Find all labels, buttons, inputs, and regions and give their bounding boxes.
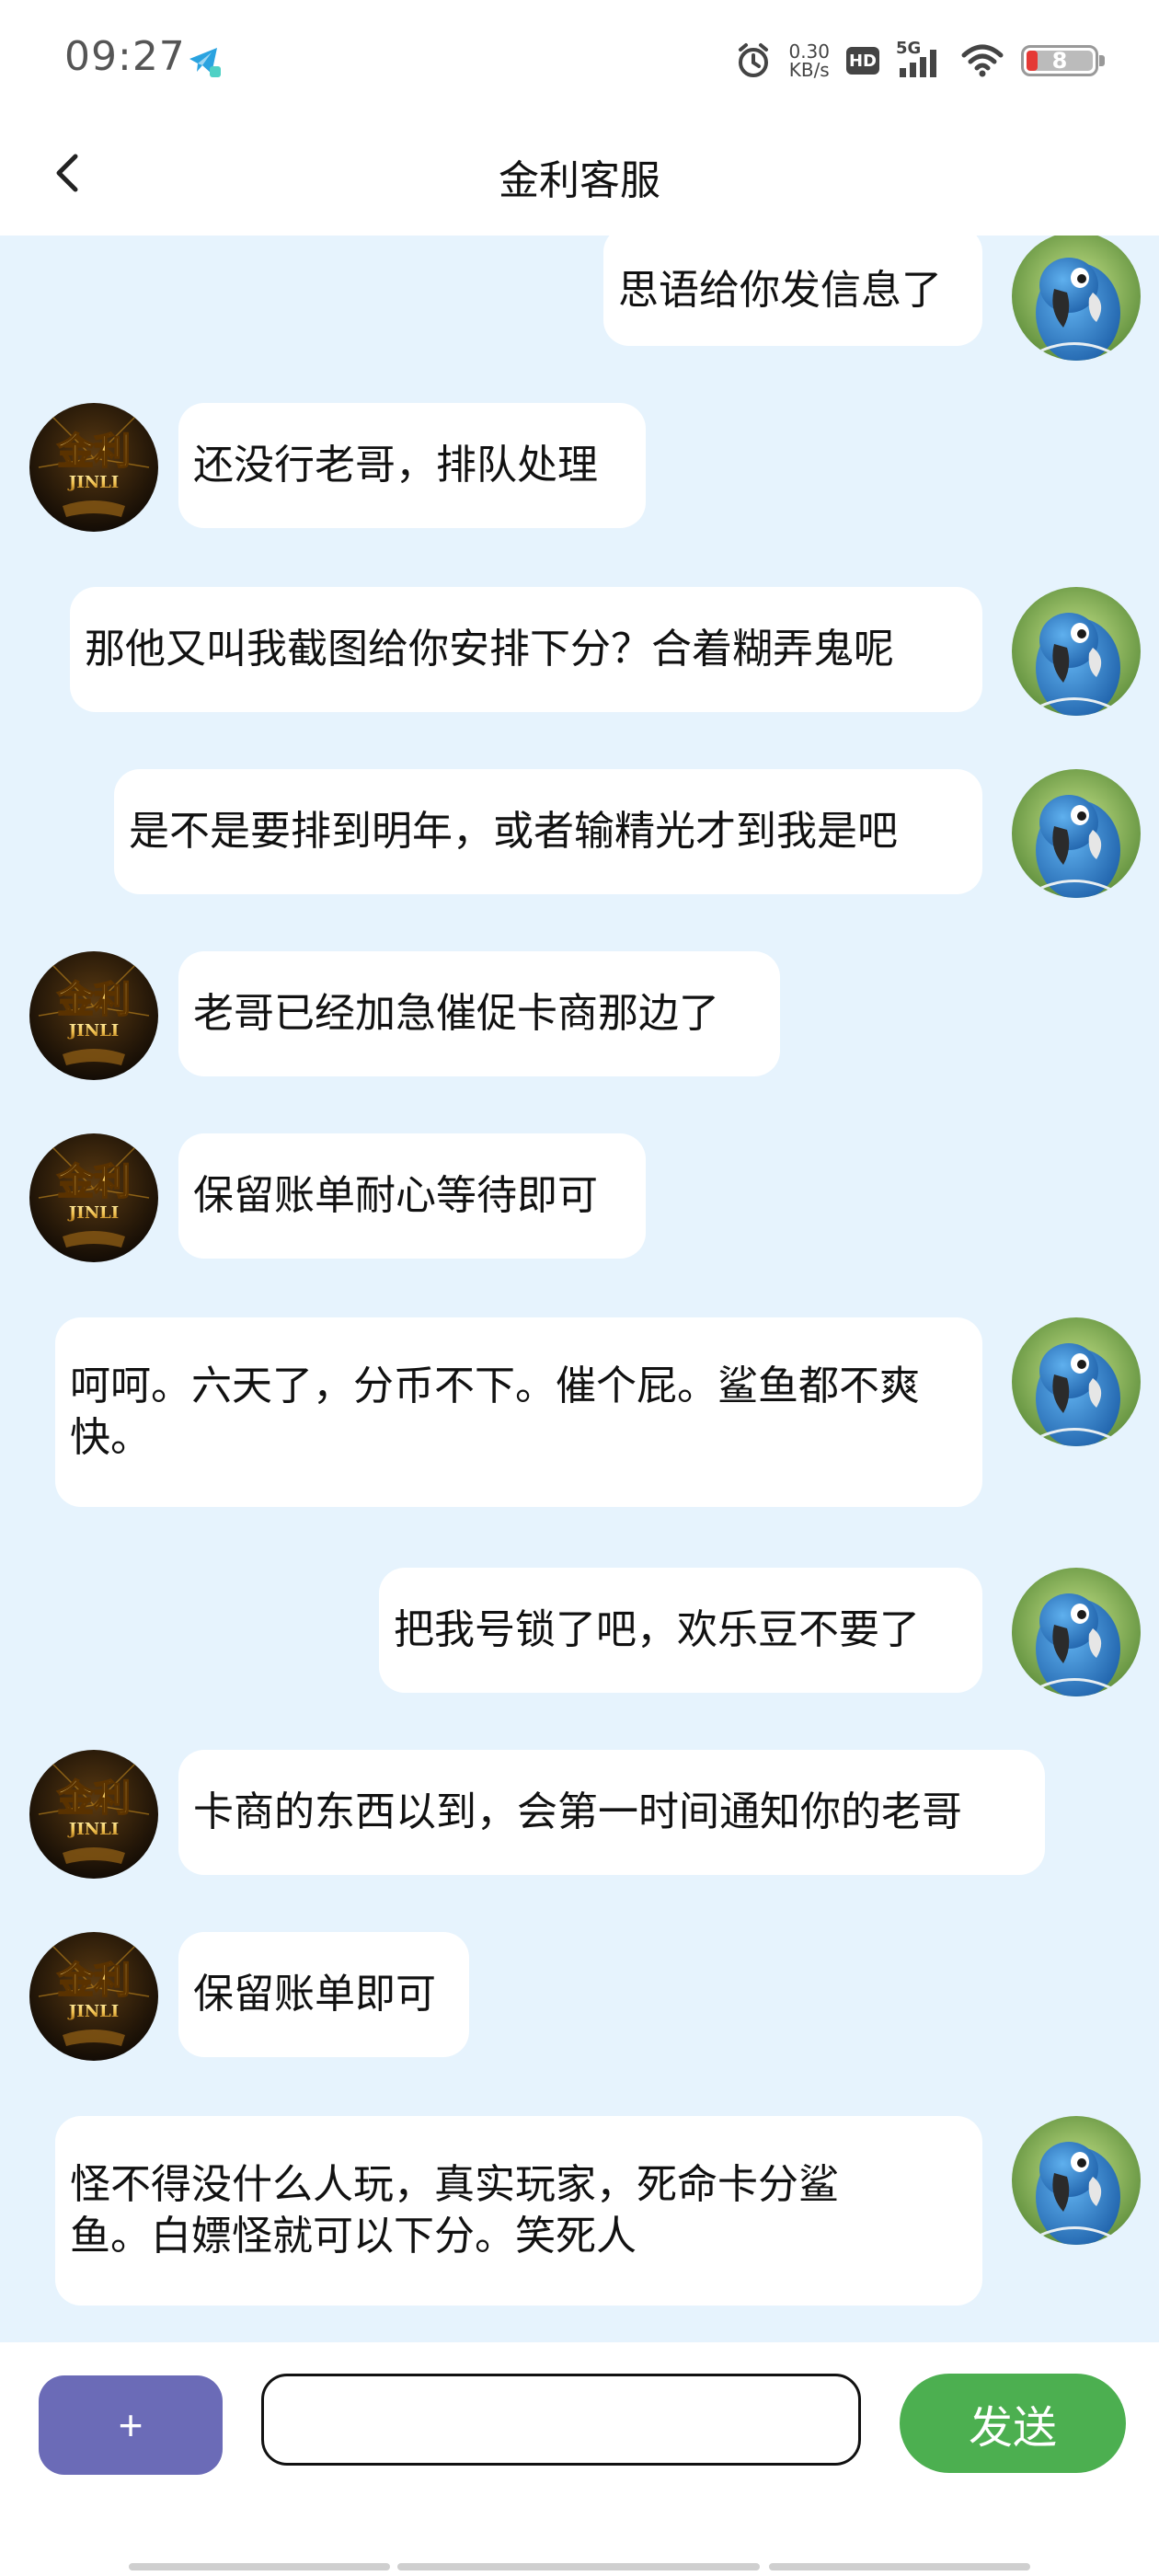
wifi-icon [961,44,1004,77]
user-avatar[interactable] [1012,587,1141,716]
net-speed-value: 0.30 [788,40,830,63]
agent-avatar[interactable]: 金利 JINLI [29,1932,158,2061]
status-bar: 09:27 0.30 KB/s HD 5G 8 [0,0,1159,120]
message-bubble[interactable]: 还没行老哥，排队处理 [178,403,646,528]
user-avatar[interactable] [1012,236,1141,361]
message-text: 把我号锁了吧，欢乐豆不要了 [394,1606,920,1653]
gesture-bar-right [769,2563,1030,2570]
parrot-avatar-icon [1012,2116,1141,2245]
parrot-avatar-icon [1012,587,1141,716]
hd-badge: HD [846,47,879,75]
user-avatar[interactable] [1012,769,1141,898]
message-bubble[interactable]: 把我号锁了吧，欢乐豆不要了 [379,1568,982,1693]
jinli-logo-avatar-icon: 金利 JINLI [29,1133,158,1262]
svg-text:JINLI: JINLI [67,473,119,492]
message-bubble[interactable]: 保留账单即可 [178,1932,469,2057]
svg-text:金利: 金利 [56,1777,131,1820]
message-text: 呵呵。六天了，分币不下。催个屁。鲨鱼都不爽快。 [70,1363,920,1461]
message-text: 保留账单耐心等待即可 [193,1172,598,1219]
message-bubble[interactable]: 怪不得没什么人玩，真实玩家，死命卡分鲨鱼。白嫖怪就可以下分。笑死人 [55,2116,982,2306]
svg-text:金利: 金利 [56,1161,131,1203]
gesture-bar-left [129,2563,390,2570]
message-text: 那他又叫我截图给你安排下分？合着糊弄鬼呢 [85,626,894,673]
agent-avatar[interactable]: 金利 JINLI [29,1750,158,1879]
svg-text:金利: 金利 [56,431,131,473]
battery-level: 8 [1051,48,1068,74]
parrot-avatar-icon [1012,1568,1141,1696]
net-speed-unit: KB/s [788,59,830,81]
message-bubble[interactable]: 保留账单耐心等待即可 [178,1133,646,1259]
message-text: 思语给你发信息了 [618,267,942,314]
gesture-bar-center [397,2563,760,2570]
agent-avatar[interactable]: 金利 JINLI [29,951,158,1080]
agent-avatar[interactable]: 金利 JINLI [29,1133,158,1262]
svg-text:金利: 金利 [56,1960,131,2002]
page-title: 金利客服 [499,157,660,204]
svg-text:JINLI: JINLI [67,1021,119,1041]
message-input[interactable] [261,2374,861,2466]
parrot-avatar-icon [1012,769,1141,898]
message-bubble[interactable]: 那他又叫我截图给你安排下分？合着糊弄鬼呢 [70,587,982,712]
input-bar: + 发送 [0,2342,1159,2499]
battery-icon: 8 [1021,45,1105,76]
parrot-avatar-icon [1012,236,1141,361]
attach-plus-button[interactable]: + [39,2375,223,2475]
svg-text:JINLI: JINLI [67,1820,119,1839]
send-button[interactable]: 发送 [900,2374,1126,2473]
jinli-logo-avatar-icon: 金利 JINLI [29,951,158,1080]
jinli-logo-avatar-icon: 金利 JINLI [29,1932,158,2061]
message-bubble[interactable]: 卡商的东西以到，会第一时间通知你的老哥 [178,1750,1045,1875]
message-bubble[interactable]: 呵呵。六天了，分币不下。催个屁。鲨鱼都不爽快。 [55,1317,982,1507]
message-bubble[interactable]: 老哥已经加急催促卡商那边了 [178,951,780,1076]
svg-text:金利: 金利 [56,979,131,1021]
message-text: 保留账单即可 [193,1971,436,2018]
user-avatar[interactable] [1012,2116,1141,2245]
signal-icon: 5G [896,39,944,79]
telegram-icon [184,40,223,79]
message-text: 老哥已经加急催促卡商那边了 [193,990,719,1037]
user-avatar[interactable] [1012,1568,1141,1696]
svg-text:JINLI: JINLI [67,1203,119,1223]
message-text: 怪不得没什么人玩，真实玩家，死命卡分鲨鱼。白嫖怪就可以下分。笑死人 [70,2161,839,2260]
parrot-avatar-icon [1012,1317,1141,1446]
message-bubble[interactable]: 思语给你发信息了 [603,236,982,346]
status-time: 09:27 [64,33,186,80]
message-text: 还没行老哥，排队处理 [193,442,598,489]
app-header: 金利客服 [0,120,1159,236]
chat-area[interactable]: 思语给你发信息了 金利 JINLI 还没行老哥，排队处理 那他又叫我截图给你安排… [0,236,1159,2342]
message-text: 卡商的东西以到，会第一时间通知你的老哥 [193,1788,962,1835]
message-text: 是不是要排到明年，或者输精光才到我是吧 [129,808,898,855]
svg-text:JINLI: JINLI [67,2002,119,2021]
message-bubble[interactable]: 是不是要排到明年，或者输精光才到我是吧 [114,769,982,894]
net-speed: 0.30 KB/s [788,42,830,79]
jinli-logo-avatar-icon: 金利 JINLI [29,403,158,532]
agent-avatar[interactable]: 金利 JINLI [29,403,158,532]
user-avatar[interactable] [1012,1317,1141,1446]
alarm-icon [739,43,769,77]
jinli-logo-avatar-icon: 金利 JINLI [29,1750,158,1879]
